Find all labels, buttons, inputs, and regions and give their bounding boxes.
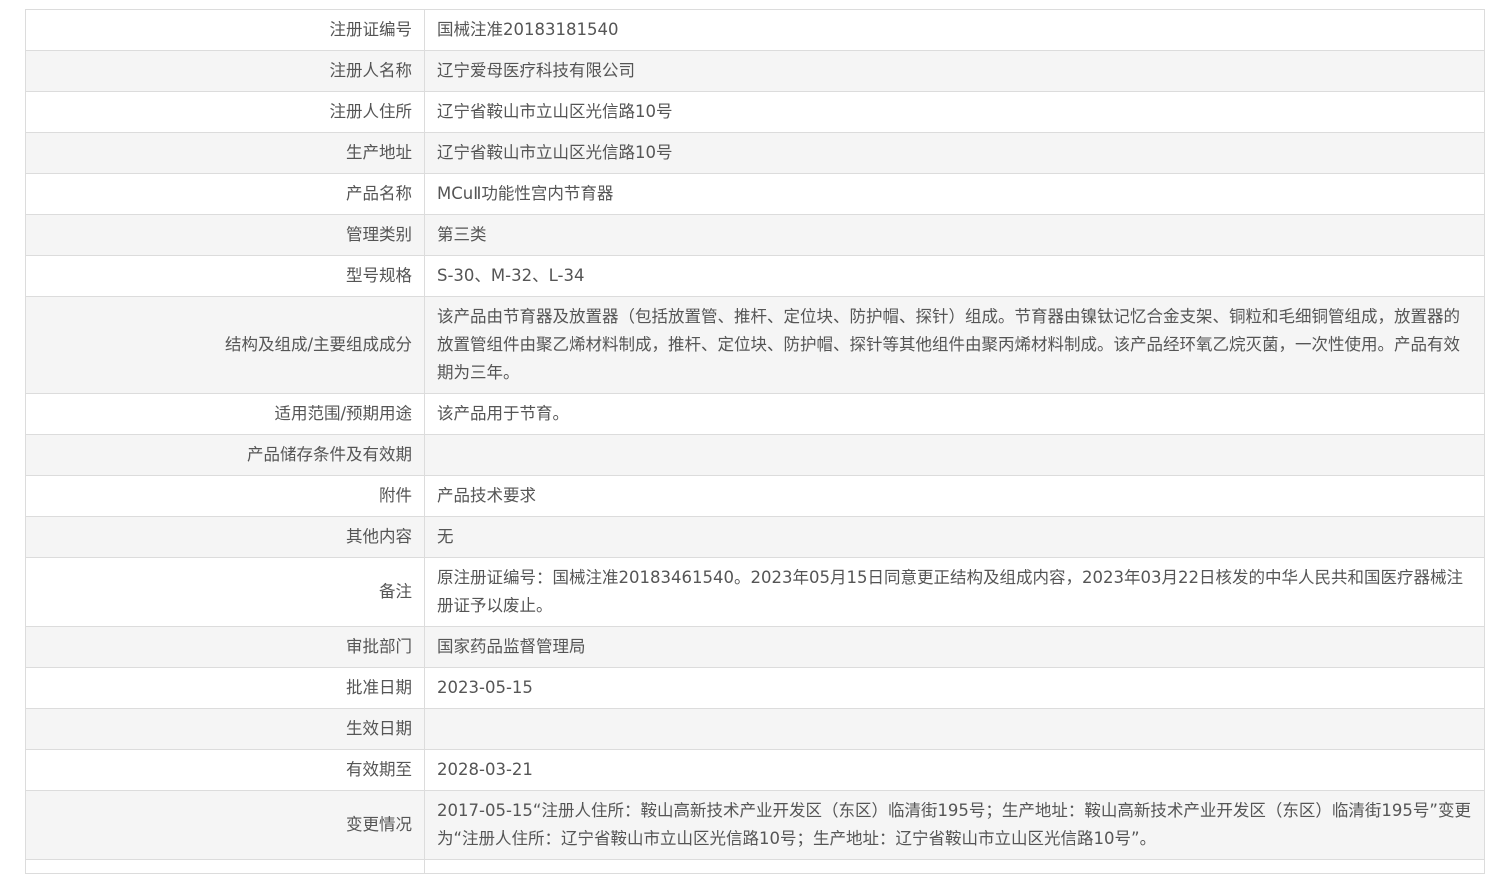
field-value-structure-composition: 该产品由节育器及放置器（包括放置管、推杆、定位块、防护帽、探针）组成。节育器由镍…: [424, 296, 1485, 394]
table-row: 变更情况 2017-05-15“注册人住所：鞍山高新技术产业开发区（东区）临清街…: [25, 790, 1485, 860]
table-row: 注册人住所 辽宁省鞍山市立山区光信路10号: [25, 91, 1485, 133]
table-row: [25, 859, 1485, 874]
table-row: 适用范围/预期用途 该产品用于节育。: [25, 393, 1485, 435]
field-value-registrant-name: 辽宁爱母医疗科技有限公司: [424, 50, 1485, 92]
field-label-approval-date: 批准日期: [25, 667, 425, 709]
table-row: 产品名称 MCuⅡ功能性宫内节育器: [25, 173, 1485, 215]
table-row: 生效日期: [25, 708, 1485, 750]
table-row: 注册人名称 辽宁爱母医疗科技有限公司: [25, 50, 1485, 92]
table-row: 其他内容 无: [25, 516, 1485, 558]
field-label-cut-off: [25, 859, 425, 874]
field-label-product-name: 产品名称: [25, 173, 425, 215]
field-label-effective-date: 生效日期: [25, 708, 425, 750]
registration-detail-table: 注册证编号 国械注准20183181540 注册人名称 辽宁爱母医疗科技有限公司…: [25, 9, 1485, 874]
table-row: 审批部门 国家药品监督管理局: [25, 626, 1485, 668]
field-label-management-category: 管理类别: [25, 214, 425, 256]
field-label-approval-department: 审批部门: [25, 626, 425, 668]
field-value-cut-off: [424, 859, 1485, 874]
field-value-attachment: 产品技术要求: [424, 475, 1485, 517]
field-value-production-address: 辽宁省鞍山市立山区光信路10号: [424, 132, 1485, 174]
field-label-model-spec: 型号规格: [25, 255, 425, 297]
field-value-other-content: 无: [424, 516, 1485, 558]
field-value-storage-conditions: [424, 434, 1485, 476]
table-row: 产品储存条件及有效期: [25, 434, 1485, 476]
table-row: 附件 产品技术要求: [25, 475, 1485, 517]
field-label-storage-conditions: 产品储存条件及有效期: [25, 434, 425, 476]
field-label-registrant-name: 注册人名称: [25, 50, 425, 92]
field-value-management-category: 第三类: [424, 214, 1485, 256]
table-row: 管理类别 第三类: [25, 214, 1485, 256]
table-row: 生产地址 辽宁省鞍山市立山区光信路10号: [25, 132, 1485, 174]
field-label-intended-use: 适用范围/预期用途: [25, 393, 425, 435]
table-row: 批准日期 2023-05-15: [25, 667, 1485, 709]
field-value-registrant-address: 辽宁省鞍山市立山区光信路10号: [424, 91, 1485, 133]
field-label-change-history: 变更情况: [25, 790, 425, 860]
field-value-effective-date: [424, 708, 1485, 750]
field-label-valid-until: 有效期至: [25, 749, 425, 791]
field-value-remarks: 原注册证编号：国械注准20183461540。2023年05月15日同意更正结构…: [424, 557, 1485, 627]
field-value-registration-number: 国械注准20183181540: [424, 9, 1485, 51]
table-row: 结构及组成/主要组成成分 该产品由节育器及放置器（包括放置管、推杆、定位块、防护…: [25, 296, 1485, 394]
field-label-remarks: 备注: [25, 557, 425, 627]
field-value-model-spec: S-30、M-32、L-34: [424, 255, 1485, 297]
table-row: 型号规格 S-30、M-32、L-34: [25, 255, 1485, 297]
field-value-valid-until: 2028-03-21: [424, 749, 1485, 791]
field-value-approval-department: 国家药品监督管理局: [424, 626, 1485, 668]
field-label-other-content: 其他内容: [25, 516, 425, 558]
field-label-structure-composition: 结构及组成/主要组成成分: [25, 296, 425, 394]
field-value-intended-use: 该产品用于节育。: [424, 393, 1485, 435]
field-label-production-address: 生产地址: [25, 132, 425, 174]
field-value-change-history: 2017-05-15“注册人住所：鞍山高新技术产业开发区（东区）临清街195号；…: [424, 790, 1485, 860]
table-row: 有效期至 2028-03-21: [25, 749, 1485, 791]
field-value-approval-date: 2023-05-15: [424, 667, 1485, 709]
field-label-registrant-address: 注册人住所: [25, 91, 425, 133]
field-label-attachment: 附件: [25, 475, 425, 517]
table-row: 备注 原注册证编号：国械注准20183461540。2023年05月15日同意更…: [25, 557, 1485, 627]
table-row: 注册证编号 国械注准20183181540: [25, 9, 1485, 51]
field-value-product-name: MCuⅡ功能性宫内节育器: [424, 173, 1485, 215]
field-label-registration-number: 注册证编号: [25, 9, 425, 51]
